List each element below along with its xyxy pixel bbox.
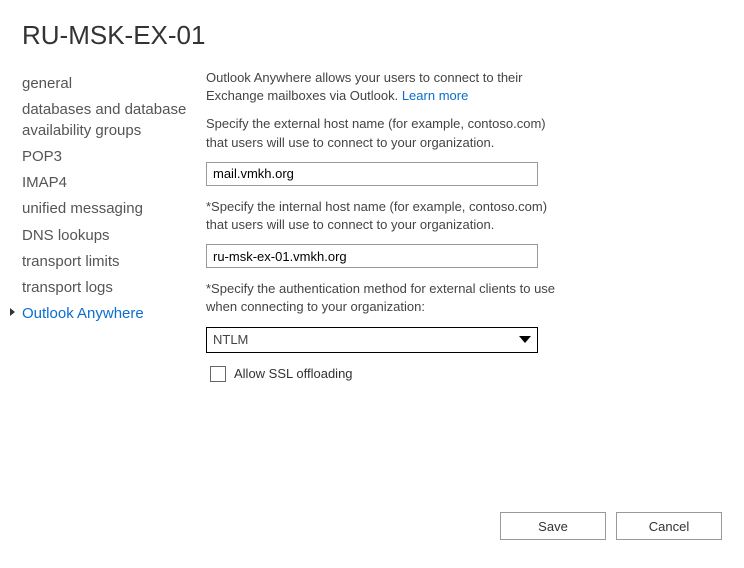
sidebar-item-outlook-anywhere[interactable]: Outlook Anywhere: [22, 301, 200, 327]
sidebar-item-databases[interactable]: databases and database availability grou…: [22, 97, 200, 144]
chevron-down-icon: [515, 329, 535, 351]
external-host-input[interactable]: [206, 162, 538, 186]
sidebar-item-unified-messaging[interactable]: unified messaging: [22, 196, 200, 222]
ssl-offloading-label: Allow SSL offloading: [234, 365, 353, 383]
sidebar: general databases and database availabil…: [22, 69, 200, 383]
auth-method-label: *Specify the authentication method for e…: [206, 280, 566, 316]
footer: Save Cancel: [500, 512, 722, 540]
intro-span: Outlook Anywhere allows your users to co…: [206, 70, 523, 103]
sidebar-item-pop3[interactable]: POP3: [22, 144, 200, 170]
sidebar-item-imap4[interactable]: IMAP4: [22, 170, 200, 196]
sidebar-item-label: Outlook Anywhere: [22, 305, 144, 322]
learn-more-link[interactable]: Learn more: [402, 88, 468, 103]
internal-host-label: *Specify the internal host name (for exa…: [206, 198, 566, 234]
internal-host-input[interactable]: [206, 244, 538, 268]
external-host-label: Specify the external host name (for exam…: [206, 115, 566, 151]
auth-method-select[interactable]: NTLM: [206, 327, 538, 353]
save-button[interactable]: Save: [500, 512, 606, 540]
intro-text: Outlook Anywhere allows your users to co…: [206, 69, 566, 105]
chevron-right-icon: [10, 308, 15, 316]
sidebar-item-transport-logs[interactable]: transport logs: [22, 275, 200, 301]
cancel-button[interactable]: Cancel: [616, 512, 722, 540]
auth-method-value: NTLM: [207, 328, 537, 352]
sidebar-item-transport-limits[interactable]: transport limits: [22, 249, 200, 275]
ssl-offloading-checkbox[interactable]: [210, 366, 226, 382]
sidebar-item-general[interactable]: general: [22, 71, 200, 97]
sidebar-item-dns-lookups[interactable]: DNS lookups: [22, 223, 200, 249]
content-panel: Outlook Anywhere allows your users to co…: [200, 69, 566, 383]
page-title: RU-MSK-EX-01: [22, 20, 722, 51]
